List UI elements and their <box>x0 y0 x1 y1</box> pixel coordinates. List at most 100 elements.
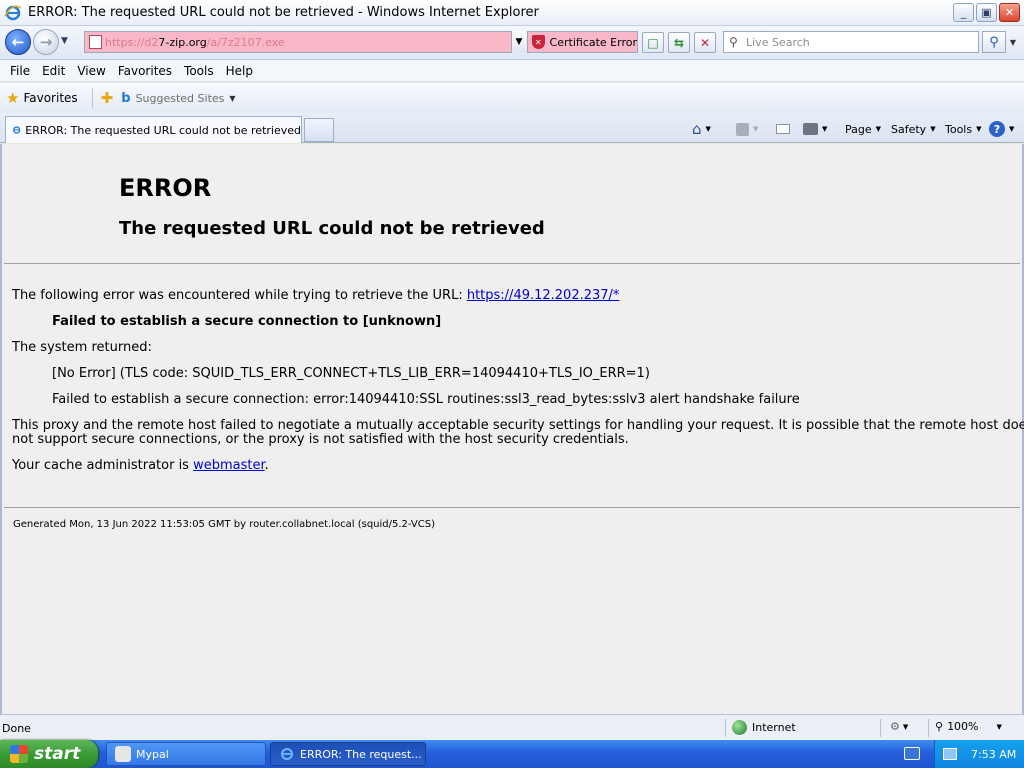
protected-mode-icon: ⚙ <box>890 720 900 733</box>
status-separator <box>928 719 929 737</box>
feeds-button[interactable]: ▼ <box>736 119 758 139</box>
page-content: ERROR The requested URL could not be ret… <box>0 144 1024 714</box>
page-menu-dropdown-icon: ▼ <box>875 125 882 133</box>
security-zone[interactable]: Internet <box>732 720 796 735</box>
windows-flag-icon <box>10 745 28 763</box>
certificate-error-button[interactable]: ✕ Certificate Error <box>527 31 638 53</box>
start-button[interactable]: start <box>0 740 98 768</box>
failed-connection-message: Failed to establish a secure connection … <box>52 314 442 329</box>
address-suffix: /a/7z2107.exe <box>206 35 285 49</box>
read-mail-button[interactable] <box>776 119 790 139</box>
tools-menu-label: Tools <box>945 122 973 136</box>
feeds-dropdown-icon[interactable]: ▼ <box>753 125 758 133</box>
address-dropdown[interactable]: ▼ <box>511 31 526 53</box>
keyboard-icon[interactable] <box>904 747 920 760</box>
footer-divider <box>4 507 1020 508</box>
favorites-button[interactable]: Favorites <box>23 91 77 105</box>
status-text: Done <box>2 722 31 735</box>
ie-logo-icon <box>4 5 22 20</box>
compatibility-view-button[interactable]: □ <box>642 32 664 53</box>
maximize-button[interactable]: ▣ <box>976 3 997 22</box>
stop-icon: ✕ <box>699 35 711 50</box>
menu-edit[interactable]: Edit <box>36 64 71 78</box>
zone-label: Internet <box>752 721 796 734</box>
system-returned-label: The system returned: <box>12 340 152 355</box>
home-dropdown-icon[interactable]: ▼ <box>706 125 711 133</box>
favorites-star-icon: ★ <box>6 89 20 107</box>
recent-pages-dropdown[interactable]: ▼ <box>61 36 68 46</box>
taskbar-item-mypal[interactable]: Mypal <box>106 742 266 766</box>
search-icon: ⚲ <box>729 35 738 49</box>
title-bar: ERROR: The requested URL could not be re… <box>0 0 1024 26</box>
print-dropdown-icon[interactable]: ▼ <box>822 125 827 133</box>
protected-mode-button[interactable]: ⚙ ▼ <box>890 720 908 733</box>
new-tab-button[interactable] <box>304 118 334 142</box>
header-divider <box>4 263 1020 264</box>
taskbar: start Mypal ERROR: The request... 7:53 A… <box>0 740 1024 768</box>
close-window-button[interactable]: ✕ <box>999 3 1020 22</box>
search-input[interactable]: ⚲ Live Search <box>723 31 979 53</box>
system-tray: 7:53 AM <box>934 740 1024 768</box>
address-prefix: https://d2 <box>105 35 159 49</box>
start-label: start <box>34 744 81 764</box>
menu-view[interactable]: View <box>71 64 111 78</box>
zoom-dropdown-icon[interactable]: ▼ <box>997 723 1002 731</box>
search-placeholder: Live Search <box>746 35 810 49</box>
taskbar-item-ie[interactable]: ERROR: The request... <box>270 742 426 766</box>
admin-suffix: . <box>264 458 269 473</box>
protected-mode-dropdown-icon: ▼ <box>902 722 909 731</box>
home-button[interactable]: ⌂ ▼ <box>692 119 711 139</box>
add-favorite-icon[interactable]: ✚ <box>101 89 114 107</box>
menu-favorites[interactable]: Favorites <box>112 64 178 78</box>
intro-paragraph: The following error was encountered whil… <box>12 288 619 303</box>
toolbar-separator <box>91 88 93 108</box>
search-button[interactable]: ⚲ <box>982 31 1006 53</box>
refresh-button[interactable]: ⇆ <box>668 32 690 53</box>
bing-icon: b <box>121 90 131 106</box>
tab-row: ERROR: The requested URL could not be re… <box>0 113 1024 143</box>
network-icon[interactable] <box>943 748 957 760</box>
minimize-button[interactable]: _ <box>953 3 974 22</box>
certificate-error-label: Certificate Error <box>549 35 637 49</box>
help-dropdown-icon[interactable]: ▼ <box>1009 125 1014 133</box>
webmaster-link[interactable]: webmaster <box>193 458 265 473</box>
menu-tools[interactable]: Tools <box>178 64 220 78</box>
page-icon <box>89 35 102 49</box>
ie-page-icon <box>12 126 21 134</box>
back-button[interactable]: ← <box>5 29 31 55</box>
suggested-sites-link[interactable]: Suggested Sites <box>136 92 225 105</box>
admin-prefix: Your cache administrator is <box>12 458 194 473</box>
help-icon: ? <box>989 121 1005 137</box>
requested-url-link[interactable]: https://49.12.202.237/* <box>467 288 620 303</box>
zoom-level: 100% <box>947 720 979 733</box>
forward-button[interactable]: → <box>33 29 59 55</box>
menu-file[interactable]: File <box>4 64 36 78</box>
error-heading: ERROR <box>119 174 212 202</box>
address-field[interactable]: https://d2 7-zip.org/a/7z2107.exe <box>84 31 526 53</box>
suggested-sites-dropdown-icon[interactable]: ▼ <box>229 94 235 103</box>
tools-menu[interactable]: Tools ▼ <box>945 119 982 139</box>
magnifier-icon: ⚲ <box>989 34 999 50</box>
ssl-error-text: Failed to establish a secure connection:… <box>52 392 800 407</box>
explanation-line-1: This proxy and the remote host failed to… <box>12 418 1024 433</box>
zoom-control[interactable]: ⚲ 100% ▼ <box>935 720 1002 733</box>
print-button[interactable]: ▼ <box>803 119 827 139</box>
safety-menu-dropdown-icon: ▼ <box>930 125 936 133</box>
search-options-dropdown[interactable]: ▼ <box>1006 31 1020 53</box>
status-separator <box>880 719 881 737</box>
tab-active[interactable]: ERROR: The requested URL could not be re… <box>5 116 302 143</box>
stop-button[interactable]: ✕ <box>694 32 716 53</box>
generated-footer: Generated Mon, 13 Jun 2022 11:53:05 GMT … <box>13 519 436 530</box>
status-separator <box>725 719 726 737</box>
safety-menu[interactable]: Safety ▼ <box>891 119 936 139</box>
home-icon: ⌂ <box>692 120 702 138</box>
menu-help[interactable]: Help <box>220 64 259 78</box>
clock[interactable]: 7:53 AM <box>971 748 1016 761</box>
broken-page-icon: □ <box>647 35 659 50</box>
forward-arrow-icon: → <box>39 33 53 51</box>
rss-icon <box>736 122 749 136</box>
help-button[interactable]: ? ▼ <box>989 119 1014 139</box>
page-menu[interactable]: Page ▼ <box>845 119 881 139</box>
mypal-icon <box>115 746 131 762</box>
explanation-line-2: not support secure connections, or the p… <box>12 432 629 447</box>
